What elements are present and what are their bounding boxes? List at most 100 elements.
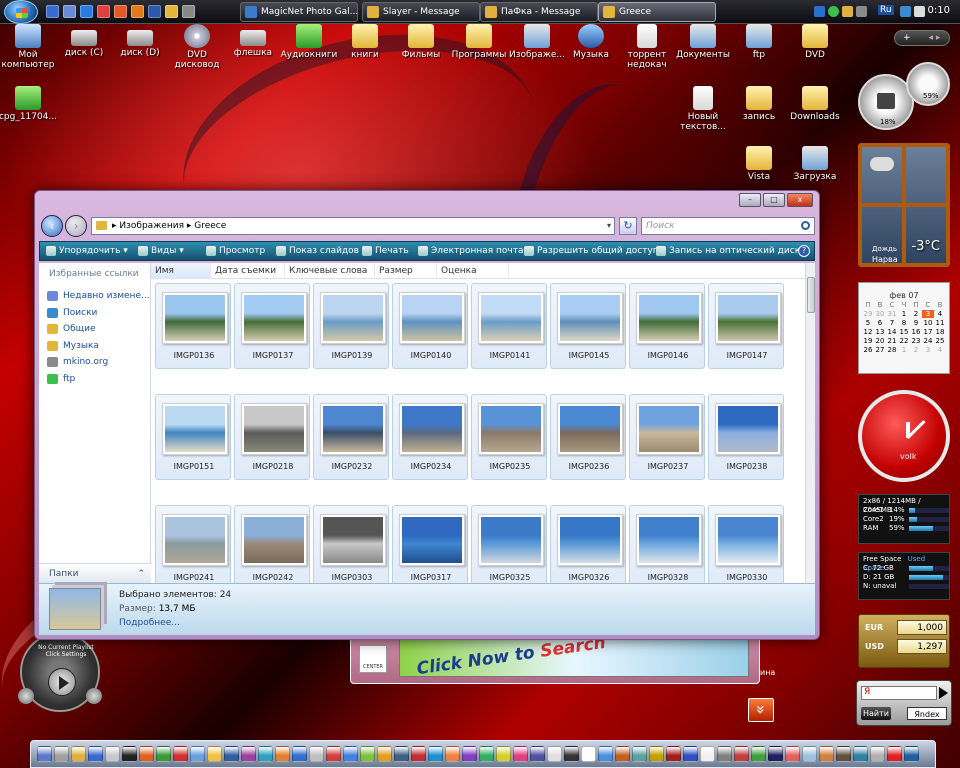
file-thumbnail[interactable]: IMGP0147 bbox=[708, 283, 784, 369]
file-thumbnail[interactable]: IMGP0139 bbox=[313, 283, 389, 369]
sidebar-control[interactable]: + ◂ ▸ bbox=[894, 30, 950, 46]
dock-app-icon[interactable] bbox=[666, 746, 681, 762]
dock-app-icon[interactable] bbox=[683, 746, 698, 762]
desktop-icon[interactable]: диск (C) bbox=[53, 24, 115, 58]
start-button[interactable] bbox=[4, 0, 38, 24]
help-button[interactable]: ? bbox=[798, 242, 811, 260]
column-tags[interactable]: Ключевые слова bbox=[285, 263, 375, 279]
calendar-day[interactable]: 11 bbox=[934, 319, 946, 327]
column-date-taken[interactable]: Дата съемки bbox=[211, 263, 285, 279]
search-ad-banner[interactable]: Click Now to Search bbox=[399, 633, 749, 679]
calendar-day[interactable]: 9 bbox=[910, 319, 922, 327]
calendar-day[interactable]: 26 bbox=[862, 346, 874, 354]
calendar-day[interactable]: 2 bbox=[910, 346, 922, 354]
dock-app-icon[interactable] bbox=[224, 746, 239, 762]
nav-item[interactable]: mkino.org bbox=[47, 355, 108, 369]
desktop-icon[interactable]: торрент недокач bbox=[616, 24, 678, 70]
taskbar-button[interactable]: Greece bbox=[598, 2, 716, 22]
dock-app-icon[interactable] bbox=[904, 746, 919, 762]
calendar-day[interactable]: 30 bbox=[874, 310, 886, 318]
display-icon[interactable] bbox=[856, 6, 867, 17]
dock-app-icon[interactable] bbox=[37, 746, 52, 762]
desktop-icon[interactable]: диск (D) bbox=[109, 24, 171, 58]
file-thumbnail[interactable]: IMGP0146 bbox=[629, 283, 705, 369]
previous-track-button[interactable] bbox=[18, 688, 34, 704]
search-input[interactable]: Поиск bbox=[641, 217, 815, 235]
dock-app-icon[interactable] bbox=[292, 746, 307, 762]
desktop-icon[interactable]: Аудиокниги bbox=[278, 24, 340, 60]
desktop-icon[interactable]: Музыка bbox=[560, 24, 622, 60]
column-rating[interactable]: Оценка bbox=[437, 263, 509, 279]
calendar-gadget[interactable]: фев 07 П В С Ч П С В 29 30 31 1 2 3 4 5 6 7 8 9 10 11 12 13 14 1… bbox=[858, 282, 950, 374]
nav-item[interactable]: Музыка bbox=[47, 339, 99, 353]
file-thumbnail[interactable]: IMGP0330 bbox=[708, 505, 784, 583]
file-thumbnail[interactable]: IMGP0218 bbox=[234, 394, 310, 480]
desktop-icon[interactable]: Фильмы bbox=[390, 24, 452, 60]
dock-app-icon[interactable] bbox=[190, 746, 205, 762]
calendar-day[interactable]: 3 bbox=[922, 346, 934, 354]
search-icon[interactable] bbox=[801, 221, 810, 230]
calendar-day[interactable]: 21 bbox=[886, 337, 898, 345]
dock-app-icon[interactable] bbox=[88, 746, 103, 762]
file-thumbnail[interactable]: IMGP0234 bbox=[392, 394, 468, 480]
calendar-day[interactable]: 23 bbox=[910, 337, 922, 345]
play-button[interactable] bbox=[48, 668, 76, 696]
dock-app-icon[interactable] bbox=[309, 746, 324, 762]
add-gadget-icon[interactable]: + bbox=[903, 33, 911, 43]
maximize-button[interactable]: □ bbox=[763, 193, 785, 207]
calendar-day[interactable]: 31 bbox=[886, 310, 898, 318]
calendar-day[interactable]: 1 bbox=[898, 310, 910, 318]
calendar-day[interactable]: 10 bbox=[922, 319, 934, 327]
dock-app-icon[interactable] bbox=[717, 746, 732, 762]
dock-app-icon[interactable] bbox=[156, 746, 171, 762]
file-thumbnail[interactable]: IMGP0241 bbox=[155, 505, 231, 583]
ie-icon[interactable] bbox=[80, 5, 93, 18]
dock-app-icon[interactable] bbox=[785, 746, 800, 762]
dock-app-icon[interactable] bbox=[360, 746, 375, 762]
calendar-day[interactable]: 1 bbox=[898, 346, 910, 354]
dock-app-icon[interactable] bbox=[411, 746, 426, 762]
file-thumbnail[interactable]: IMGP0236 bbox=[550, 394, 626, 480]
calendar-day[interactable]: 22 bbox=[898, 337, 910, 345]
sidebar-arrows-icon[interactable]: ◂ ▸ bbox=[929, 33, 941, 43]
file-thumbnail[interactable]: IMGP0145 bbox=[550, 283, 626, 369]
photoshop-icon[interactable] bbox=[148, 5, 161, 18]
calendar-day[interactable]: 4 bbox=[934, 346, 946, 354]
print-button[interactable]: Печать bbox=[362, 242, 409, 260]
desktop-icon[interactable]: DVD дисковод bbox=[166, 24, 228, 70]
file-thumbnail[interactable]: IMGP0235 bbox=[471, 394, 547, 480]
dock-app-icon[interactable] bbox=[326, 746, 341, 762]
dock-app-icon[interactable] bbox=[581, 746, 596, 762]
currency-name[interactable]: USD bbox=[865, 642, 884, 651]
dock-app-icon[interactable] bbox=[836, 746, 851, 762]
taskbar-clock[interactable]: 0:10 bbox=[928, 5, 950, 16]
settings-icon[interactable] bbox=[182, 5, 195, 18]
messenger-icon[interactable] bbox=[842, 6, 853, 17]
dock-app-icon[interactable] bbox=[700, 746, 715, 762]
dock-app-icon[interactable] bbox=[768, 746, 783, 762]
dock-app-icon[interactable] bbox=[887, 746, 902, 762]
media-icon[interactable] bbox=[97, 5, 110, 18]
dock-app-icon[interactable] bbox=[598, 746, 613, 762]
calendar-day[interactable]: 24 bbox=[922, 337, 934, 345]
calendar-day[interactable]: 8 bbox=[898, 319, 910, 327]
dock-app-icon[interactable] bbox=[496, 746, 511, 762]
scrollbar-thumb[interactable] bbox=[807, 277, 815, 313]
folder-icon[interactable] bbox=[165, 5, 178, 18]
dock-app-icon[interactable] bbox=[751, 746, 766, 762]
calendar-day[interactable]: 25 bbox=[934, 337, 946, 345]
desktop-icon[interactable]: Программы bbox=[448, 24, 510, 60]
yandex-search-input[interactable]: Я bbox=[861, 686, 937, 700]
minimize-button[interactable]: – bbox=[739, 193, 761, 207]
refresh-button[interactable]: ↻ bbox=[619, 217, 637, 235]
dock-app-icon[interactable] bbox=[479, 746, 494, 762]
nav-item[interactable]: Недавно измене... bbox=[47, 289, 150, 303]
dock-app-icon[interactable] bbox=[734, 746, 749, 762]
calendar-day[interactable]: 2 bbox=[910, 310, 922, 318]
breadcrumb-current[interactable]: Greece bbox=[194, 221, 226, 231]
desktop-icon[interactable]: Изображе... bbox=[506, 24, 568, 60]
calendar-day[interactable]: 4 bbox=[934, 310, 946, 318]
calendar-day[interactable]: 7 bbox=[886, 319, 898, 327]
dock-app-icon[interactable] bbox=[853, 746, 868, 762]
calendar-day[interactable]: 12 bbox=[862, 328, 874, 336]
